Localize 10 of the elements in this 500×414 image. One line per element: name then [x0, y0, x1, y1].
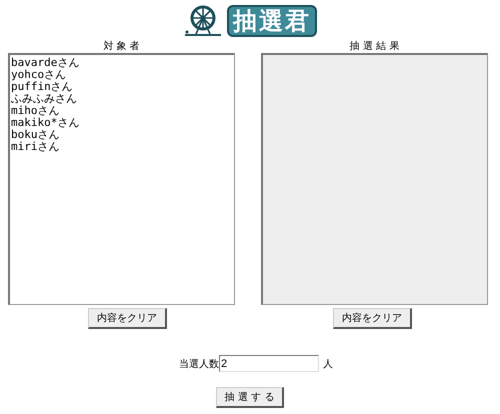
text-area[interactable]: bavardeさん yohcoさん puffinさん ふみふみさん mihoさん makiko*さん bokuさん miriさん [8, 53, 235, 305]
panel-heading: 抽 選 結 果 [350, 40, 400, 53]
draw-button[interactable]: 抽 選 す る [216, 387, 284, 408]
count-field[interactable]: 2 [219, 355, 319, 372]
panel-heading: 対 象 者 [103, 40, 140, 53]
count-label: 当選人数 [179, 358, 219, 370]
ferris-wheel-icon [183, 4, 223, 38]
logo-title: 抽選君 [227, 5, 317, 37]
clear-button[interactable]: 内容をクリア [88, 308, 167, 329]
unit-label: 人 [323, 358, 333, 370]
